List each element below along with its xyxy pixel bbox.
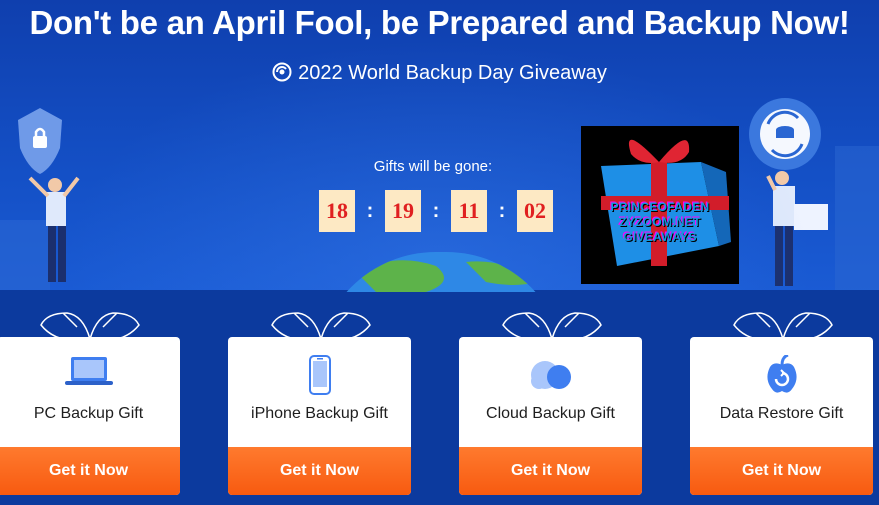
- countdown-seconds: 11: [451, 190, 487, 232]
- security-illustration: [0, 108, 80, 290]
- gift-card-iphone-backup: iPhone Backup Gift Get it Now: [228, 337, 411, 495]
- get-it-now-button[interactable]: Get it Now: [0, 447, 180, 495]
- gift-card-title: PC Backup Gift: [33, 405, 144, 422]
- ribbon-bow-icon: [40, 312, 140, 341]
- gift-card-title: Cloud Backup Gift: [486, 405, 615, 422]
- gift-card-data-restore: Data Restore Gift Get it Now: [690, 337, 873, 495]
- gift-card-cloud-backup: Cloud Backup Gift Get it Now: [459, 337, 642, 495]
- earth-illustration: [316, 252, 566, 292]
- countdown-separator: :: [432, 199, 440, 222]
- promo-line-1: PRINCEOFADEN: [610, 200, 710, 214]
- cloud-icon: [525, 355, 577, 396]
- promo-line-2: ZYZOOM.NET: [619, 215, 701, 229]
- countdown-timer: 18 : 19 : 11 : 02: [319, 190, 553, 232]
- get-it-now-button[interactable]: Get it Now: [228, 447, 411, 495]
- countdown-separator: :: [498, 199, 506, 222]
- page-headline: Don't be an April Fool, be Prepared and …: [29, 4, 850, 41]
- ribbon-bow-icon: [502, 312, 602, 341]
- subheadline-text: 2022 World Backup Day Giveaway: [298, 62, 607, 84]
- iphone-icon: [307, 355, 333, 400]
- ribbon-bow-icon: [271, 312, 371, 341]
- countdown-centiseconds: 02: [517, 190, 553, 232]
- backup-illustration: [749, 98, 879, 292]
- promo-line-3: GIVEAWAYS: [623, 230, 697, 244]
- laptop-icon: [63, 355, 115, 392]
- countdown-minutes: 19: [385, 190, 421, 232]
- apple-restore-icon: [764, 353, 800, 400]
- page-subheadline: 2022 World Backup Day Giveaway: [0, 62, 879, 85]
- get-it-now-button[interactable]: Get it Now: [459, 447, 642, 495]
- get-it-now-button[interactable]: Get it Now: [690, 447, 873, 495]
- gift-card-title: Data Restore Gift: [719, 405, 844, 422]
- globe-backup-icon: [272, 62, 292, 82]
- countdown-separator: :: [366, 199, 374, 222]
- gift-card-title: iPhone Backup Gift: [251, 405, 388, 422]
- giveaway-promo-image: PRINCEOFADEN ZYZOOM.NET GIVEAWAYS: [581, 126, 739, 284]
- ribbon-bow-icon: [733, 312, 833, 341]
- hero-banner: Don't be an April Fool, be Prepared and …: [0, 0, 879, 292]
- gift-card-pc-backup: PC Backup Gift Get it Now: [0, 337, 180, 495]
- countdown-label: Gifts will be gone:: [373, 158, 493, 175]
- countdown-hours: 18: [319, 190, 355, 232]
